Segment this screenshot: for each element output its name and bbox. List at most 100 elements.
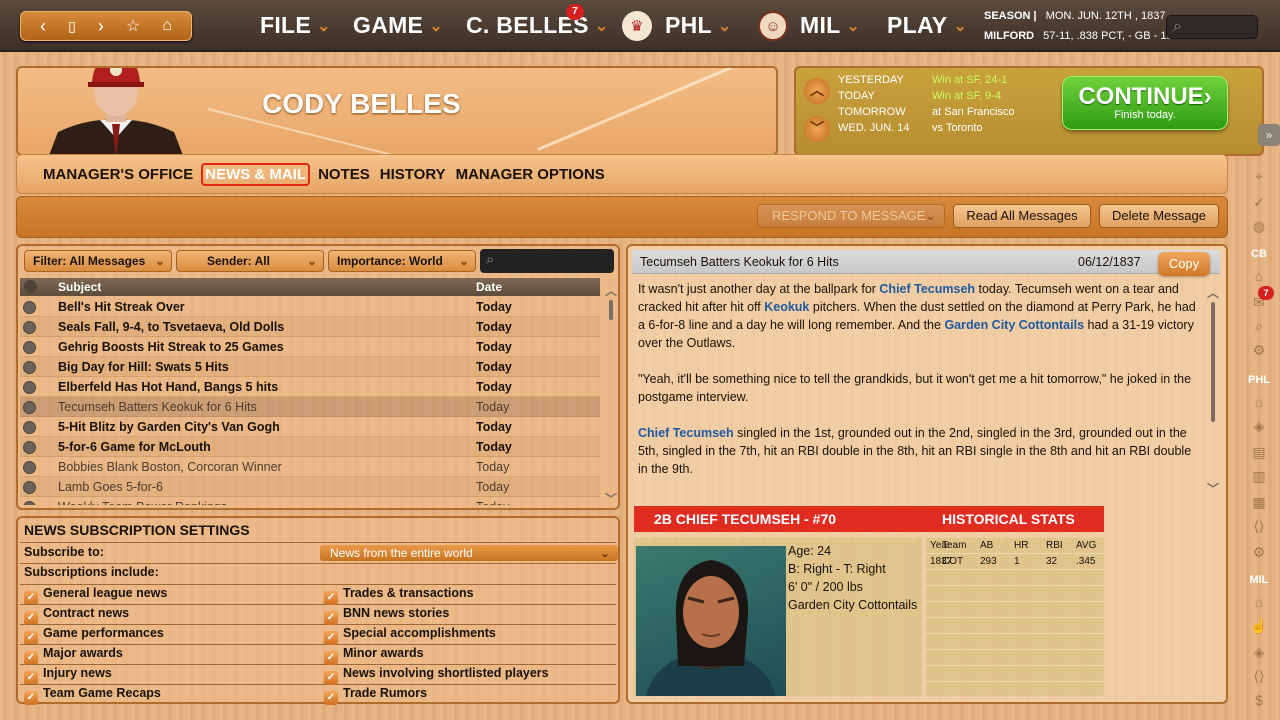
message-row[interactable]: Elberfeld Has Hot Hand, Bangs 5 hits Toda…: [20, 377, 600, 397]
code-icon[interactable]: ⟨⟩: [1248, 668, 1270, 688]
home-icon[interactable]: ⌂: [1248, 268, 1270, 288]
scroll-thumb[interactable]: [1211, 302, 1215, 422]
message-row[interactable]: Tecumseh Batters Keokuk for 6 Hits Today: [20, 397, 600, 417]
message-row[interactable]: 5-for-6 Game for McLouth Today: [20, 437, 600, 457]
copy-button[interactable]: Copy: [1158, 252, 1210, 276]
scroll-down-icon[interactable]: ﹀: [1207, 480, 1219, 497]
player-title[interactable]: 2B CHIEF TECUMSEH - #70: [654, 511, 836, 527]
message-row[interactable]: Gehrig Boosts Hit Streak to 25 Games Toda…: [20, 337, 600, 357]
scroll-up-icon[interactable]: ︿: [1207, 284, 1219, 301]
subscription-checkbox[interactable]: ✓ Minor awards: [324, 646, 424, 665]
subscription-checkbox[interactable]: ✓ Major awards: [24, 646, 123, 665]
message-row[interactable]: Lamb Goes 5-for-6 Today: [20, 477, 600, 497]
check-icon[interactable]: ✓: [1248, 194, 1270, 214]
pin-icon[interactable]: ⌖: [1248, 168, 1270, 188]
star-icon[interactable]: ☆: [126, 16, 140, 36]
tab-manager-options[interactable]: MANAGER OPTIONS: [454, 164, 607, 185]
phl-logo-icon: ♛: [622, 11, 652, 41]
message-row[interactable]: Bell's Hit Streak Over Today: [20, 297, 600, 317]
message-row[interactable]: 5-Hit Blitz by Garden City's Van Gogh Tod…: [20, 417, 600, 437]
menu-phl-label: PHL: [665, 12, 712, 38]
code-icon[interactable]: ⟨⟩: [1248, 518, 1270, 538]
page-icon[interactable]: ▯: [68, 18, 76, 35]
subscribe-to-dropdown[interactable]: News from the entire world ⌄: [320, 545, 618, 561]
subscription-checkbox[interactable]: ✓ General league news: [24, 586, 167, 605]
dollar-icon[interactable]: $: [1248, 692, 1270, 712]
sender-dropdown[interactable]: Sender: All ⌄: [176, 250, 324, 272]
message-date: Today: [476, 500, 509, 505]
team-record: 57-11, .838 PCT, - GB - 1st: [1043, 30, 1176, 42]
read-all-messages-button[interactable]: Read All Messages: [953, 204, 1091, 228]
subscription-checkbox[interactable]: ✓ Special accomplishments: [324, 626, 496, 645]
entity-link[interactable]: Chief Tecumseh: [638, 426, 734, 440]
entity-link[interactable]: Keokuk: [764, 300, 809, 314]
list-scrollbar[interactable]: ︿ ﹀: [605, 282, 617, 507]
chevron-down-icon: ⌄: [953, 17, 968, 35]
message-row[interactable]: Bobbies Blank Boston, Corcoran Winner Tod…: [20, 457, 600, 477]
manager-avatar: [49, 68, 183, 154]
subscription-checkbox[interactable]: ✓ Trade Rumors: [324, 686, 427, 705]
menu-manager[interactable]: C. BELLES ⌄: [466, 12, 609, 39]
menu-play[interactable]: PLAY ⌄: [887, 12, 967, 39]
importance-value: Importance: World: [337, 254, 443, 268]
message-row[interactable]: Big Day for Hill: Swats 5 Hits Today: [20, 357, 600, 377]
tab-notes[interactable]: NOTES: [316, 164, 372, 185]
tab-managers-office[interactable]: MANAGER'S OFFICE: [41, 164, 195, 185]
subscription-checkbox[interactable]: ✓ Injury news: [24, 666, 112, 685]
column-date[interactable]: Date: [476, 280, 502, 294]
tab-history[interactable]: HISTORY: [378, 164, 448, 185]
scoreboard-icon[interactable]: ▤: [1248, 444, 1270, 464]
column-subject[interactable]: Subject: [58, 280, 101, 294]
home-icon[interactable]: ⌂: [162, 17, 172, 35]
filter-value: Filter: All Messages: [33, 254, 146, 268]
stat-cell: HR: [1014, 540, 1029, 551]
delete-message-button[interactable]: Delete Message: [1099, 204, 1219, 228]
gear-icon[interactable]: ⚙: [1248, 544, 1270, 564]
subscribe-to-value: News from the entire world: [330, 546, 473, 560]
scroll-up-icon[interactable]: ︿: [605, 282, 617, 299]
home-icon[interactable]: ⌂: [1248, 394, 1270, 414]
respond-to-message-button[interactable]: RESPOND TO MESSAGE ⌄: [757, 204, 945, 228]
menu-file[interactable]: FILE ⌄: [260, 12, 331, 39]
roster-icon[interactable]: ▦: [1248, 494, 1270, 514]
entity-link[interactable]: Chief Tecumseh: [879, 282, 975, 296]
subscription-label: Team Game Recaps: [43, 686, 161, 700]
message-scrollbar[interactable]: ︿ ﹀: [1207, 284, 1219, 498]
menu-phl[interactable]: PHL ⌄: [665, 12, 732, 39]
globe-icon[interactable]: ◍: [1248, 218, 1270, 238]
list-search-input[interactable]: ⌕: [480, 249, 614, 273]
back-icon[interactable]: ‹: [40, 16, 46, 37]
subscription-checkbox[interactable]: ✓ BNN news stories: [324, 606, 449, 625]
tab-news-mail[interactable]: NEWS & MAIL: [201, 162, 311, 186]
message-status-icon: [23, 381, 36, 394]
importance-dropdown[interactable]: Importance: World ⌄: [328, 250, 476, 272]
expand-panel-icon[interactable]: »: [1258, 124, 1280, 146]
tag-icon[interactable]: ◈: [1248, 418, 1270, 438]
tag-icon[interactable]: ◈: [1248, 644, 1270, 664]
gear-icon[interactable]: ⚙: [1248, 342, 1270, 362]
subscription-checkbox[interactable]: ✓ Team Game Recaps: [24, 686, 161, 705]
filter-messages-dropdown[interactable]: Filter: All Messages ⌄: [24, 250, 172, 272]
checkmark-icon: ✓: [324, 591, 338, 605]
message-date: Today: [476, 440, 512, 454]
schedule-up-arrow-icon[interactable]: ︿: [804, 78, 830, 104]
scroll-thumb[interactable]: [609, 300, 613, 320]
subscription-checkbox[interactable]: ✓ News involving shortlisted players: [324, 666, 549, 685]
search-icon[interactable]: ⌕: [1248, 318, 1270, 338]
subscription-checkbox[interactable]: ✓ Trades & transactions: [324, 586, 474, 605]
subscription-checkbox[interactable]: ✓ Game performances: [24, 626, 164, 645]
home-icon[interactable]: ⌂: [1248, 594, 1270, 614]
forward-icon[interactable]: ›: [98, 16, 104, 37]
top-search-input[interactable]: ⌕: [1166, 15, 1258, 39]
hand-icon[interactable]: ☝: [1248, 618, 1270, 638]
continue-button[interactable]: CONTINUE› Finish today.: [1062, 76, 1228, 130]
message-row[interactable]: Seals Fall, 9-4, to Tsvetaeva, Old Dolls…: [20, 317, 600, 337]
message-row[interactable]: Weekly Team Power Rankings Today: [20, 497, 600, 505]
menu-mil[interactable]: MIL ⌄: [800, 12, 860, 39]
scroll-down-icon[interactable]: ﹀: [605, 490, 617, 507]
bar-chart-icon[interactable]: ▥: [1248, 468, 1270, 488]
menu-game[interactable]: GAME ⌄: [353, 12, 443, 39]
entity-link[interactable]: Garden City Cottontails: [944, 318, 1084, 332]
schedule-down-arrow-icon[interactable]: ﹀: [804, 116, 830, 142]
subscription-checkbox[interactable]: ✓ Contract news: [24, 606, 129, 625]
